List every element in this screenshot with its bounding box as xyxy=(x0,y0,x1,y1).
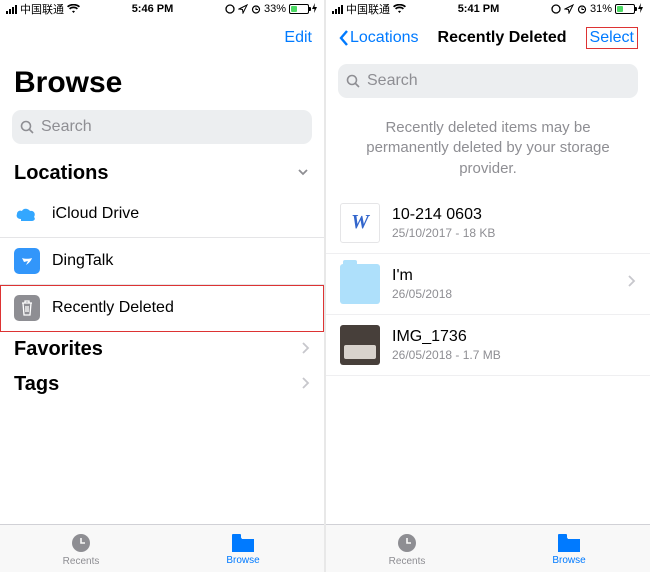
tags-header[interactable]: Tags xyxy=(0,367,324,402)
search-input[interactable]: Search xyxy=(12,110,312,144)
right-screen: 中国联通 5:41 PM 31% Locations Recently Dele… xyxy=(326,0,650,572)
signal-icon xyxy=(332,5,343,14)
charging-icon xyxy=(638,3,644,16)
back-button[interactable]: Locations xyxy=(338,29,419,47)
tab-bar: Recents Browse xyxy=(326,524,650,572)
tab-label: Browse xyxy=(226,555,259,566)
file-name: I'm xyxy=(392,267,614,285)
alarm-icon xyxy=(251,4,261,14)
clock-icon xyxy=(69,531,93,555)
location-row-dingtalk[interactable]: DingTalk xyxy=(0,238,324,285)
search-icon xyxy=(346,74,361,89)
status-bar: 中国联通 5:41 PM 31% xyxy=(326,0,650,18)
charging-icon xyxy=(312,3,318,16)
location-row-recently-deleted[interactable]: Recently Deleted xyxy=(0,285,324,332)
file-name: IMG_1736 xyxy=(392,328,636,346)
tab-recents[interactable]: Recents xyxy=(326,525,488,572)
battery-pct: 31% xyxy=(590,3,612,15)
file-sub: 26/05/2018 xyxy=(392,287,614,301)
search-input[interactable]: Search xyxy=(338,64,638,98)
image-thumbnail xyxy=(340,325,380,365)
dingtalk-icon xyxy=(14,248,40,274)
location-label: DingTalk xyxy=(52,252,310,270)
do-not-disturb-icon xyxy=(551,4,561,14)
carrier-label: 中国联通 xyxy=(346,1,390,17)
folder-icon xyxy=(556,532,582,554)
tab-label: Recents xyxy=(389,556,426,567)
info-text: Recently deleted items may be permanentl… xyxy=(326,110,650,193)
trash-icon xyxy=(14,295,40,321)
page-title: Browse xyxy=(0,58,324,110)
do-not-disturb-icon xyxy=(225,4,235,14)
locations-label: Locations xyxy=(14,162,108,185)
wifi-icon xyxy=(67,4,80,14)
chevron-down-icon xyxy=(296,162,310,185)
icloud-icon xyxy=(14,201,40,227)
location-label: Recently Deleted xyxy=(52,299,310,317)
battery-icon xyxy=(289,4,309,14)
favorites-label: Favorites xyxy=(14,338,103,361)
nav-bar: Locations Recently Deleted Select xyxy=(326,18,650,58)
file-row-image[interactable]: IMG_1736 26/05/2018 - 1.7 MB xyxy=(326,315,650,376)
word-doc-icon: W xyxy=(340,203,380,243)
file-sub: 25/10/2017 - 18 KB xyxy=(392,226,636,240)
back-label: Locations xyxy=(350,29,419,47)
search-placeholder: Search xyxy=(367,72,418,90)
search-icon xyxy=(20,120,35,135)
clock: 5:46 PM xyxy=(80,3,225,15)
alarm-icon xyxy=(577,4,587,14)
folder-icon xyxy=(340,264,380,304)
file-row-doc[interactable]: W 10-214 0603 25/10/2017 - 18 KB xyxy=(326,193,650,254)
location-icon xyxy=(564,4,574,14)
location-row-icloud[interactable]: iCloud Drive xyxy=(0,191,324,238)
chevron-right-icon xyxy=(626,274,636,293)
left-screen: 中国联通 5:46 PM 33% Edit Browse Search Loca… xyxy=(0,0,324,572)
select-button[interactable]: Select xyxy=(586,27,638,49)
location-icon xyxy=(238,4,248,14)
chevron-left-icon xyxy=(338,29,350,47)
tab-label: Recents xyxy=(63,556,100,567)
tags-label: Tags xyxy=(14,373,59,396)
file-sub: 26/05/2018 - 1.7 MB xyxy=(392,348,636,362)
location-label: iCloud Drive xyxy=(52,205,310,223)
carrier-label: 中国联通 xyxy=(20,1,64,17)
tab-browse[interactable]: Browse xyxy=(162,525,324,572)
edit-button[interactable]: Edit xyxy=(284,29,312,47)
tab-bar: Recents Browse xyxy=(0,524,324,572)
wifi-icon xyxy=(393,4,406,14)
chevron-right-icon xyxy=(300,338,310,361)
folder-icon xyxy=(230,532,256,554)
favorites-header[interactable]: Favorites xyxy=(0,332,324,367)
signal-icon xyxy=(6,5,17,14)
clock-icon xyxy=(395,531,419,555)
file-name: 10-214 0603 xyxy=(392,206,636,224)
chevron-right-icon xyxy=(300,373,310,396)
tab-browse[interactable]: Browse xyxy=(488,525,650,572)
file-row-folder[interactable]: I'm 26/05/2018 xyxy=(326,254,650,315)
tab-label: Browse xyxy=(552,555,585,566)
nav-title: Recently Deleted xyxy=(438,29,567,47)
battery-icon xyxy=(615,4,635,14)
search-placeholder: Search xyxy=(41,118,92,136)
locations-header[interactable]: Locations xyxy=(0,156,324,191)
battery-pct: 33% xyxy=(264,3,286,15)
tab-recents[interactable]: Recents xyxy=(0,525,162,572)
status-bar: 中国联通 5:46 PM 33% xyxy=(0,0,324,18)
nav-bar: Edit xyxy=(0,18,324,58)
clock: 5:41 PM xyxy=(406,3,551,15)
